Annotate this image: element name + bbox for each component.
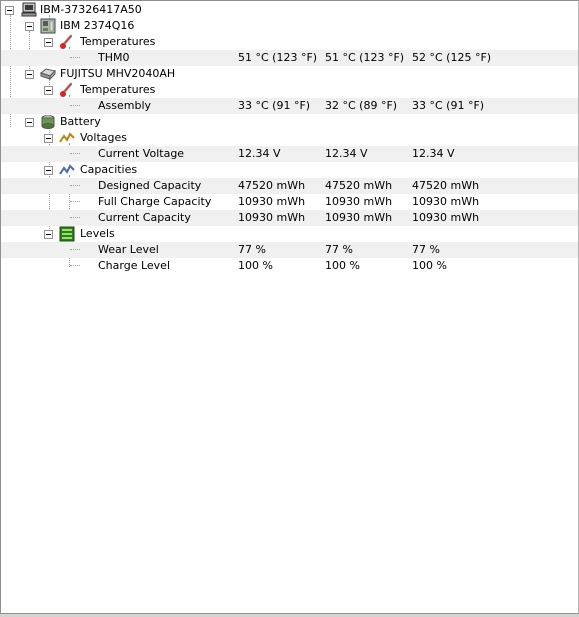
tree-node-charge-level[interactable]: Charge Level 100 % 100 % 100 % xyxy=(1,258,578,274)
collapse-toggle[interactable] xyxy=(25,70,34,79)
level-bars-icon xyxy=(59,226,75,242)
collapse-toggle[interactable] xyxy=(25,118,34,127)
tree-node-label: IBM 2374Q16 xyxy=(60,19,135,32)
computer-icon xyxy=(21,2,37,18)
sensor-label: Assembly xyxy=(98,99,152,112)
value-current: 100 % xyxy=(238,259,273,272)
value-max: 10930 mWh xyxy=(412,211,480,224)
tree-node-temperatures[interactable]: Temperatures xyxy=(1,82,578,98)
sensor-tree-panel: IBM-37326417A50 IBM 2374Q16 Temperatures… xyxy=(0,0,579,614)
value-current: 47520 mWh xyxy=(238,179,306,192)
tree-node-current-voltage[interactable]: Current Voltage 12.34 V 12.34 V 12.34 V xyxy=(1,146,578,162)
value-min: 10930 mWh xyxy=(325,195,393,208)
value-min: 12.34 V xyxy=(325,147,368,160)
value-max: 77 % xyxy=(412,243,440,256)
value-max: 12.34 V xyxy=(412,147,455,160)
sensor-label: Full Charge Capacity xyxy=(98,195,212,208)
tree-line xyxy=(70,201,80,202)
tree-node-temperatures[interactable]: Temperatures xyxy=(1,34,578,50)
collapse-toggle[interactable] xyxy=(25,22,34,31)
tree-node-label: Battery xyxy=(60,115,101,128)
voltage-icon xyxy=(59,130,75,146)
value-max: 10930 mWh xyxy=(412,195,480,208)
tree-line xyxy=(70,217,80,218)
tree-node-label: Capacities xyxy=(80,163,138,176)
collapse-toggle[interactable] xyxy=(44,134,53,143)
value-max: 52 °C (125 °F) xyxy=(412,51,492,64)
tree-node-label: Temperatures xyxy=(80,83,156,96)
tree-node-label: Temperatures xyxy=(80,35,156,48)
thermometer-icon xyxy=(59,82,75,98)
collapse-toggle[interactable] xyxy=(44,230,53,239)
sensor-label: THM0 xyxy=(98,51,130,64)
sensor-label: Current Capacity xyxy=(98,211,191,224)
tree-line xyxy=(70,105,80,106)
sensor-label: Wear Level xyxy=(98,243,159,256)
tree-node-voltages[interactable]: Voltages xyxy=(1,130,578,146)
value-min: 32 °C (89 °F) xyxy=(325,99,398,112)
value-current: 77 % xyxy=(238,243,266,256)
tree-node-label: Levels xyxy=(80,227,115,240)
value-min: 10930 mWh xyxy=(325,211,393,224)
sensor-label: Charge Level xyxy=(98,259,171,272)
hard-drive-icon xyxy=(40,66,56,82)
tree-node-root[interactable]: IBM-37326417A50 xyxy=(1,2,578,18)
tree-node-levels[interactable]: Levels xyxy=(1,226,578,242)
value-max: 47520 mWh xyxy=(412,179,480,192)
value-max: 33 °C (91 °F) xyxy=(412,99,485,112)
tree-node-label: IBM-37326417A50 xyxy=(40,3,142,16)
value-current: 51 °C (123 °F) xyxy=(238,51,318,64)
tree-line xyxy=(70,153,80,154)
value-min: 47520 mWh xyxy=(325,179,393,192)
sensor-label: Current Voltage xyxy=(98,147,185,160)
value-current: 10930 mWh xyxy=(238,195,306,208)
value-max: 100 % xyxy=(412,259,447,272)
tree-node-assembly[interactable]: Assembly 33 °C (91 °F) 32 °C (89 °F) 33 … xyxy=(1,98,578,114)
tree-node-label: Voltages xyxy=(80,131,127,144)
collapse-toggle[interactable] xyxy=(44,166,53,175)
value-current: 33 °C (91 °F) xyxy=(238,99,311,112)
capacity-icon xyxy=(59,162,75,178)
tree-node-current-capacity[interactable]: Current Capacity 10930 mWh 10930 mWh 109… xyxy=(1,210,578,226)
tree-node-designed-capacity[interactable]: Designed Capacity 47520 mWh 47520 mWh 47… xyxy=(1,178,578,194)
tree-node-capacities[interactable]: Capacities xyxy=(1,162,578,178)
value-min: 77 % xyxy=(325,243,353,256)
value-min: 51 °C (123 °F) xyxy=(325,51,405,64)
sensor-tree: IBM-37326417A50 IBM 2374Q16 Temperatures… xyxy=(1,2,578,274)
collapse-toggle[interactable] xyxy=(5,6,14,15)
collapse-toggle[interactable] xyxy=(44,38,53,47)
motherboard-icon xyxy=(40,18,56,34)
tree-node-thm0[interactable]: THM0 51 °C (123 °F) 51 °C (123 °F) 52 °C… xyxy=(1,50,578,66)
tree-line xyxy=(70,265,80,266)
battery-icon xyxy=(40,114,56,130)
tree-node-full-charge-capacity[interactable]: Full Charge Capacity 10930 mWh 10930 mWh… xyxy=(1,194,578,210)
tree-line xyxy=(70,185,80,186)
tree-node-battery[interactable]: Battery xyxy=(1,114,578,130)
tree-node-mainboard[interactable]: IBM 2374Q16 xyxy=(1,18,578,34)
collapse-toggle[interactable] xyxy=(44,86,53,95)
value-current: 10930 mWh xyxy=(238,211,306,224)
tree-line xyxy=(70,249,80,250)
tree-line xyxy=(70,57,80,58)
sensor-label: Designed Capacity xyxy=(98,179,202,192)
thermometer-icon xyxy=(59,34,75,50)
value-min: 100 % xyxy=(325,259,360,272)
value-current: 12.34 V xyxy=(238,147,281,160)
tree-node-hdd[interactable]: FUJITSU MHV2040AH xyxy=(1,66,578,82)
tree-node-wear-level[interactable]: Wear Level 77 % 77 % 77 % xyxy=(1,242,578,258)
tree-node-label: FUJITSU MHV2040AH xyxy=(60,67,176,80)
